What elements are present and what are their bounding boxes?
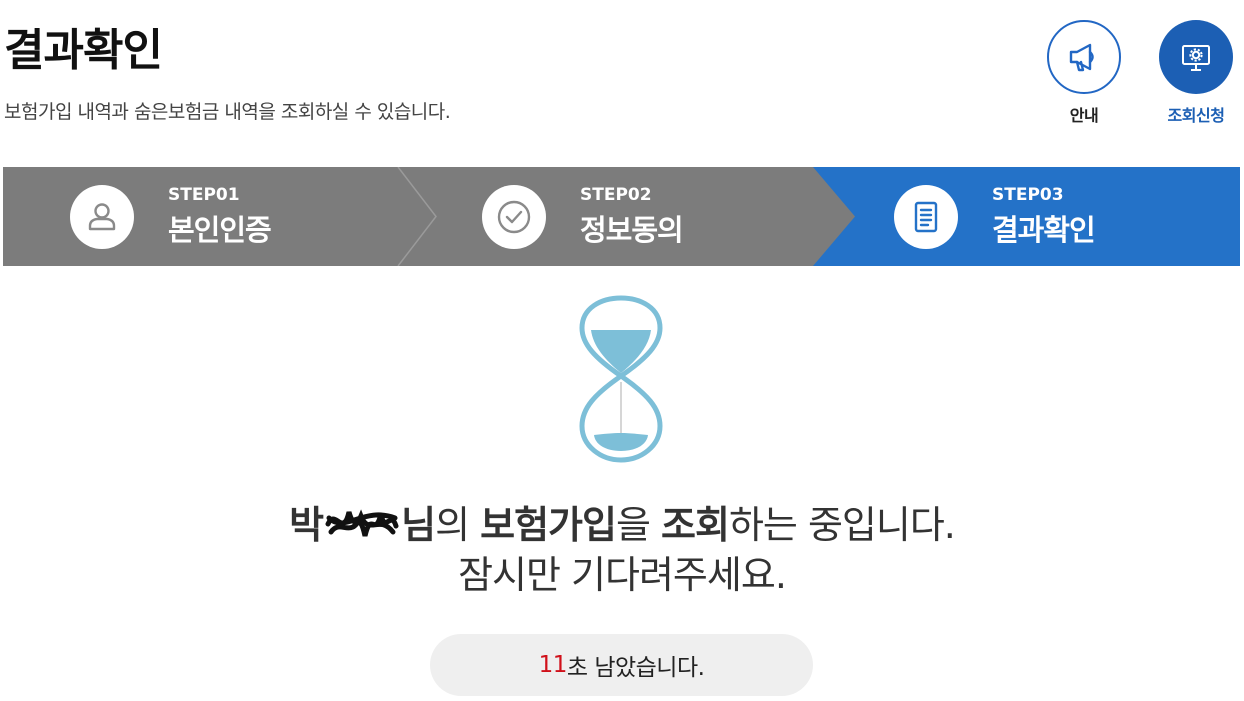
step-progress-bar: STEP01 본인인증 STEP02 정보동의 STEP03 결과확인 [3, 167, 1240, 266]
timer-seconds: 11 [538, 652, 568, 678]
step-1: STEP01 본인인증 [70, 167, 272, 266]
timer-text: 초 남았습니다. [566, 655, 705, 681]
guide-icon-circle [1047, 20, 1121, 94]
status-target: 보험가입 [480, 503, 617, 547]
step-2-name: 정보동의 [580, 212, 684, 247]
status-line-2: 잠시만 기다려주세요. [458, 553, 787, 597]
user-name-suffix: 님 [401, 503, 436, 547]
megaphone-icon [1069, 43, 1094, 72]
step-1-number: STEP01 [168, 184, 240, 205]
step-2-number: STEP02 [580, 184, 652, 205]
particle-object: 을 [615, 503, 651, 547]
step-3: STEP03 결과확인 [894, 167, 1096, 266]
status-line-1: 박 님의 보험가입을 조회하는 중입니다. [0, 500, 1244, 550]
countdown-timer: 11 초 남았습니다. [430, 634, 813, 696]
user-icon [88, 202, 116, 230]
user-name-first: 박 [289, 503, 324, 547]
request-icon-circle [1159, 20, 1233, 94]
page-title: 결과확인 [4, 25, 163, 76]
monitor-gear-icon [1182, 45, 1210, 71]
status-message: 박 님의 보험가입을 조회하는 중입니다. 잠시만 기다려주세요. [0, 500, 1244, 600]
user-name: 박님 [289, 500, 436, 550]
status-rest: 하는 중입니다. [728, 503, 956, 547]
step-3-icon-circle [894, 184, 958, 249]
status-action: 조회 [661, 503, 730, 547]
step-3-name: 결과확인 [992, 212, 1096, 247]
page-description: 보험가입 내역과 숨은보험금 내역을 조회하실 수 있습니다. [4, 101, 451, 123]
guide-button[interactable]: 안내 [1046, 20, 1122, 126]
redaction-scribble [325, 509, 399, 537]
document-icon [914, 201, 938, 232]
step-divider-1 [397, 167, 437, 266]
hourglass-icon [579, 295, 663, 463]
check-circle-icon [497, 200, 531, 233]
step-3-number: STEP03 [992, 184, 1064, 205]
step-2-icon-circle [482, 184, 546, 249]
step-2: STEP02 정보동의 [482, 167, 684, 266]
request-button[interactable]: 조회신청 [1158, 20, 1234, 126]
step-1-name: 본인인증 [168, 212, 272, 247]
request-label: 조회신청 [1167, 106, 1225, 125]
guide-label: 안내 [1069, 106, 1099, 125]
particle-of: 의 [435, 503, 470, 547]
step-1-icon-circle [70, 184, 134, 249]
